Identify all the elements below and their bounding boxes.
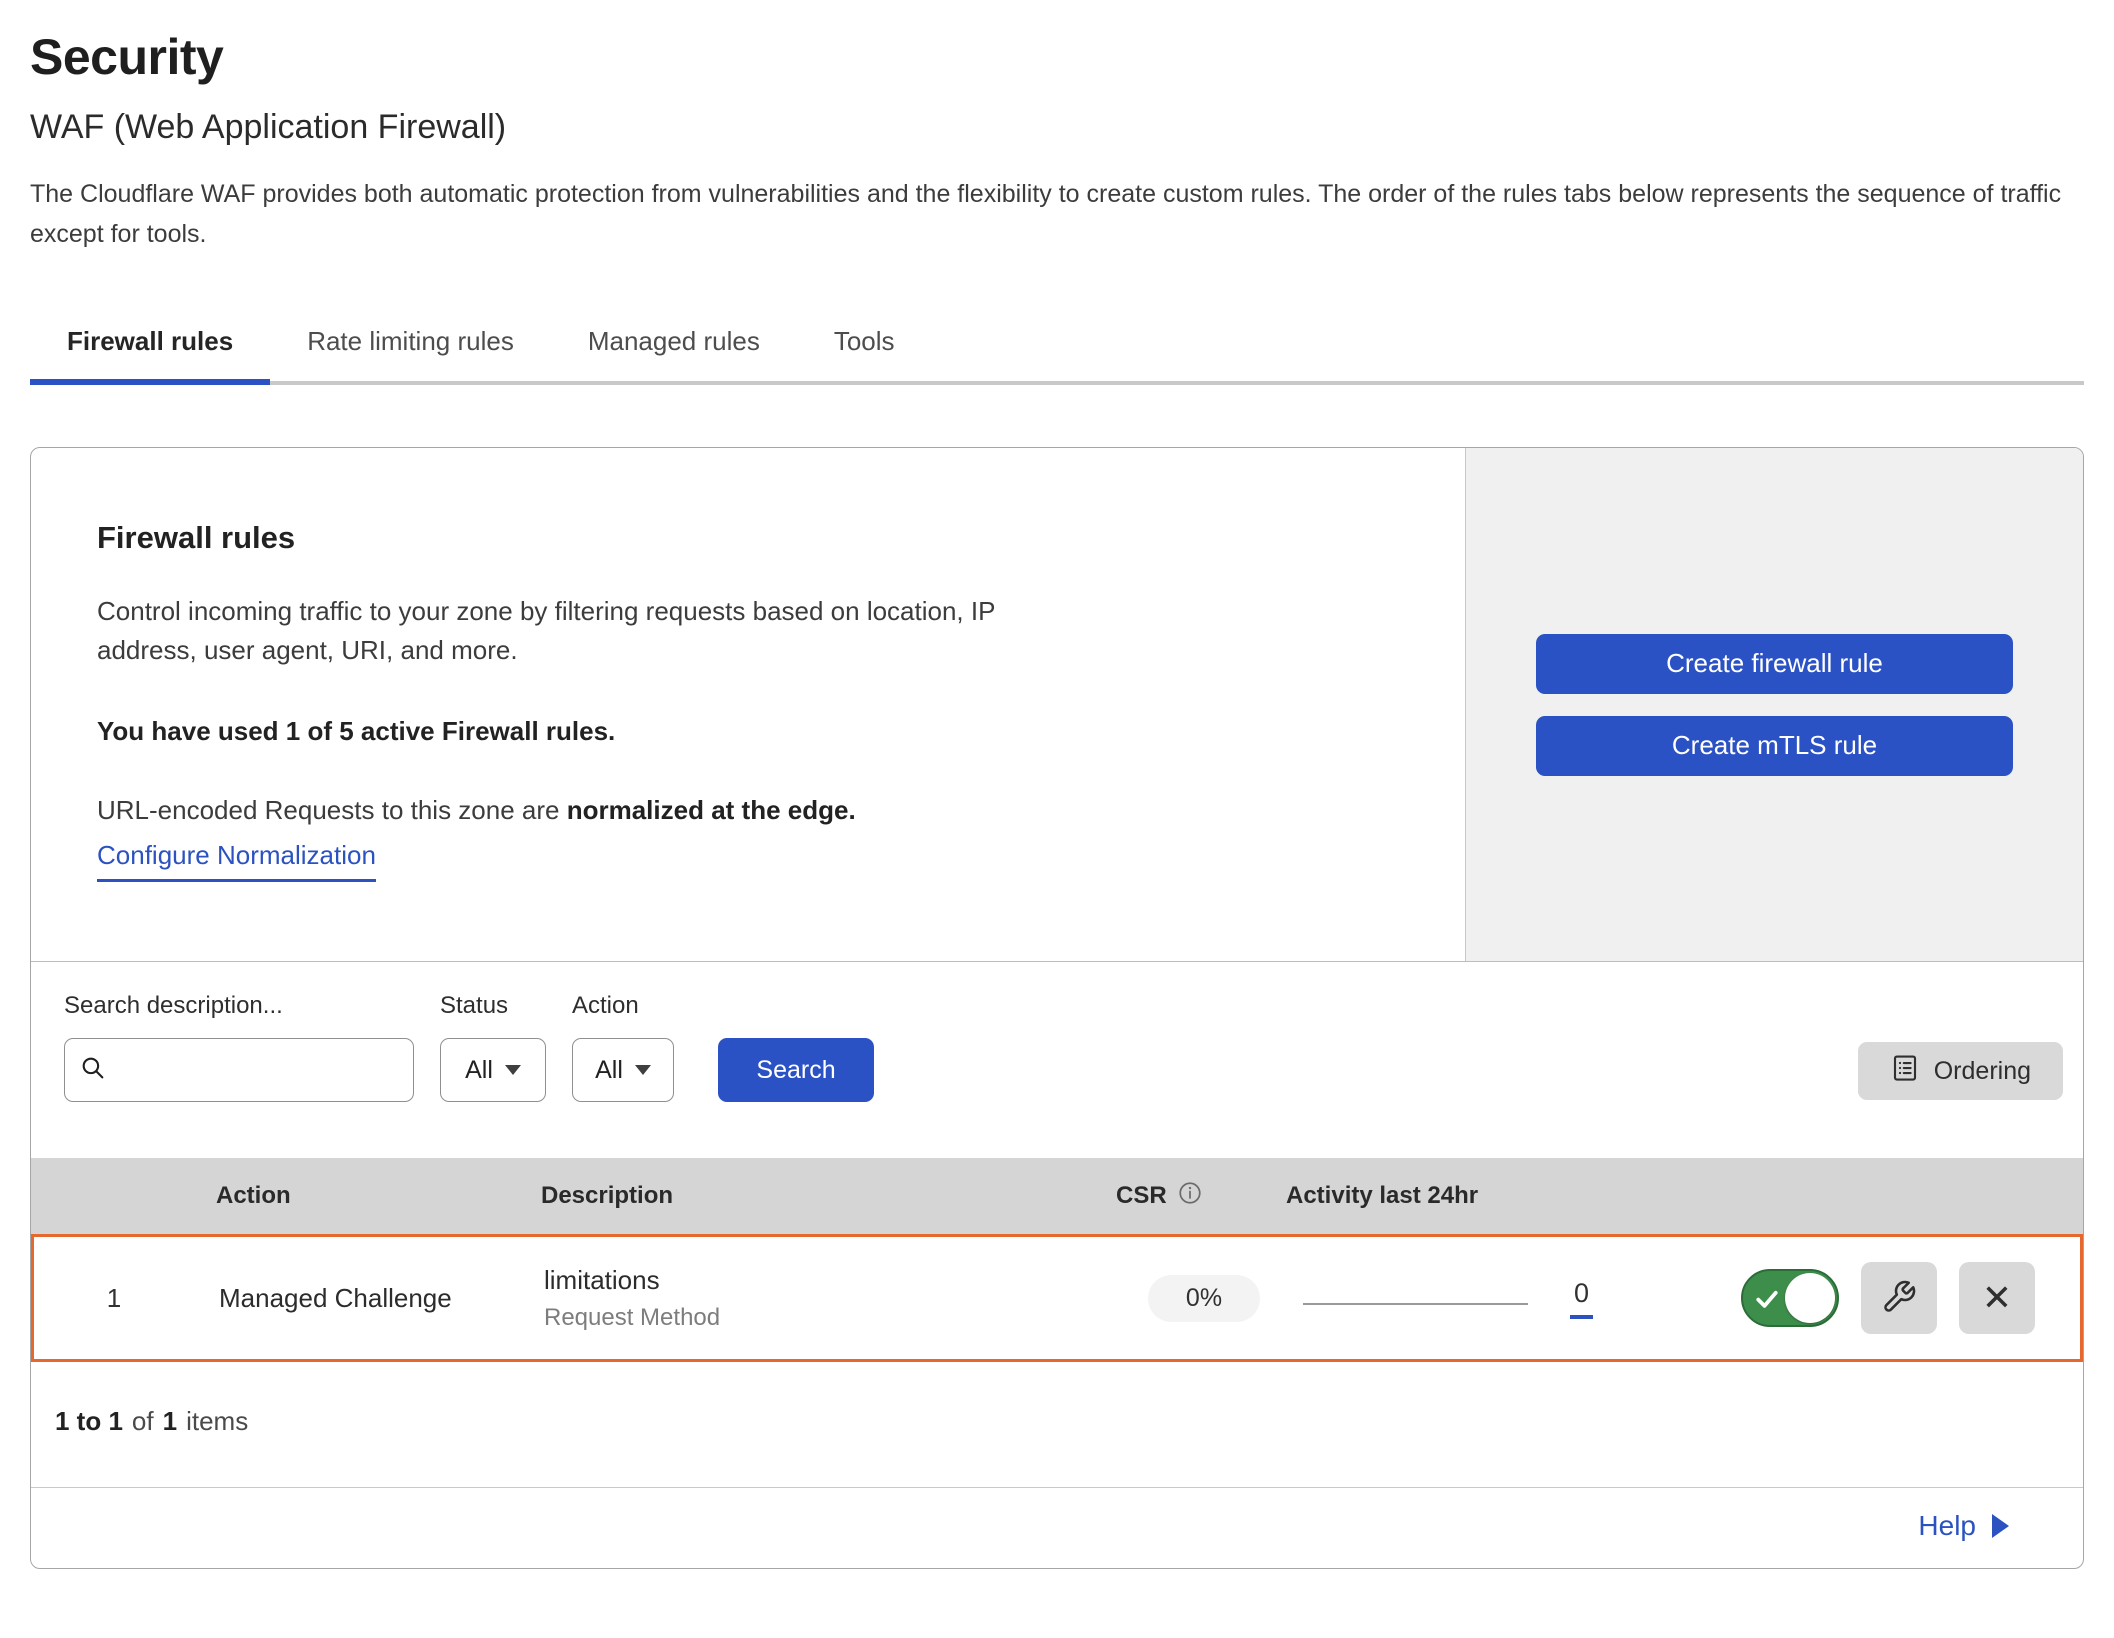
list-ordering-icon — [1890, 1053, 1920, 1090]
header-action: Action — [191, 1182, 541, 1210]
tab-managed-rules[interactable]: Managed rules — [551, 308, 797, 381]
activity-count-link[interactable]: 0 — [1570, 1278, 1593, 1319]
chevron-right-icon — [1992, 1514, 2009, 1538]
filter-bar: Search description... Status All — [31, 961, 2083, 1158]
rule-enabled-toggle[interactable] — [1741, 1269, 1839, 1327]
panel-heading: Firewall rules — [97, 520, 1395, 556]
firewall-rules-summary-section: Firewall rules Control incoming traffic … — [31, 448, 2083, 961]
actions-panel: Create firewall rule Create mTLS rule — [1465, 448, 2083, 961]
action-dropdown-value: All — [595, 1056, 623, 1085]
firewall-rules-card: Firewall rules Control incoming traffic … — [30, 447, 2084, 1569]
header-description: Description — [541, 1182, 1116, 1210]
check-icon — [1752, 1284, 1782, 1319]
search-box[interactable] — [64, 1038, 414, 1102]
csr-badge: 0% — [1148, 1275, 1260, 1322]
normalization-text: URL-encoded Requests to this zone are no… — [97, 795, 1395, 826]
configure-normalization-link[interactable]: Configure Normalization — [97, 840, 376, 882]
header-csr: CSR — [1116, 1182, 1167, 1210]
chevron-down-icon — [505, 1065, 521, 1075]
toggle-knob — [1785, 1273, 1835, 1323]
header-activity: Activity last 24hr — [1286, 1182, 1726, 1210]
ordering-button[interactable]: Ordering — [1858, 1042, 2063, 1100]
search-input[interactable] — [117, 1056, 399, 1084]
page-title: Security — [30, 28, 2084, 86]
normalization-text-prefix: URL-encoded Requests to this zone are — [97, 795, 567, 825]
rule-description-detail: Request Method — [544, 1304, 1119, 1332]
items-range: 1 to 1 — [55, 1406, 123, 1436]
rule-description-cell: limitations Request Method — [544, 1265, 1119, 1332]
tab-rate-limiting-rules[interactable]: Rate limiting rules — [270, 308, 551, 381]
help-row: Help — [31, 1487, 2083, 1568]
items-word: items — [186, 1406, 248, 1436]
search-icon — [79, 1054, 107, 1087]
rule-priority: 1 — [34, 1283, 194, 1314]
action-label: Action — [572, 992, 674, 1020]
items-of: of — [132, 1406, 154, 1436]
help-link-label: Help — [1918, 1510, 1976, 1542]
status-dropdown-value: All — [465, 1056, 493, 1085]
usage-text: You have used 1 of 5 active Firewall rul… — [97, 716, 1395, 747]
status-label: Status — [440, 992, 546, 1020]
close-icon: ✕ — [1982, 1280, 2012, 1316]
security-waf-page: Security WAF (Web Application Firewall) … — [0, 0, 2114, 1569]
wrench-icon — [1881, 1279, 1917, 1318]
delete-rule-button[interactable]: ✕ — [1959, 1262, 2035, 1334]
search-label: Search description... — [64, 992, 414, 1020]
activity-cell: 0 — [1289, 1278, 1729, 1319]
tab-firewall-rules[interactable]: Firewall rules — [30, 308, 270, 385]
chevron-down-icon — [635, 1065, 651, 1075]
status-dropdown[interactable]: All — [440, 1038, 546, 1102]
activity-sparkline — [1303, 1303, 1528, 1305]
normalization-text-bold: normalized at the edge. — [567, 795, 856, 825]
search-button[interactable]: Search — [718, 1038, 874, 1102]
rule-description: limitations — [544, 1265, 1119, 1296]
ordering-button-label: Ordering — [1934, 1057, 2031, 1086]
action-dropdown[interactable]: All — [572, 1038, 674, 1102]
page-description: The Cloudflare WAF provides both automat… — [30, 175, 2082, 254]
table-row[interactable]: 1 Managed Challenge limitations Request … — [31, 1234, 2083, 1362]
panel-description: Control incoming traffic to your zone by… — [97, 592, 1077, 670]
table-footer: 1 to 1 of 1 items — [31, 1362, 2083, 1487]
create-mtls-rule-button[interactable]: Create mTLS rule — [1536, 716, 2013, 776]
help-link[interactable]: Help — [1918, 1510, 2009, 1542]
table-header-row: Action Description CSR Activity last 24h… — [31, 1158, 2083, 1234]
info-icon[interactable] — [1177, 1180, 1203, 1213]
waf-tabs: Firewall rules Rate limiting rules Manag… — [30, 308, 2084, 385]
tab-tools[interactable]: Tools — [797, 308, 932, 381]
page-subtitle: WAF (Web Application Firewall) — [30, 108, 2084, 147]
rule-action: Managed Challenge — [194, 1283, 544, 1314]
edit-rule-button[interactable] — [1861, 1262, 1937, 1334]
items-total: 1 — [163, 1406, 177, 1436]
create-firewall-rule-button[interactable]: Create firewall rule — [1536, 634, 2013, 694]
